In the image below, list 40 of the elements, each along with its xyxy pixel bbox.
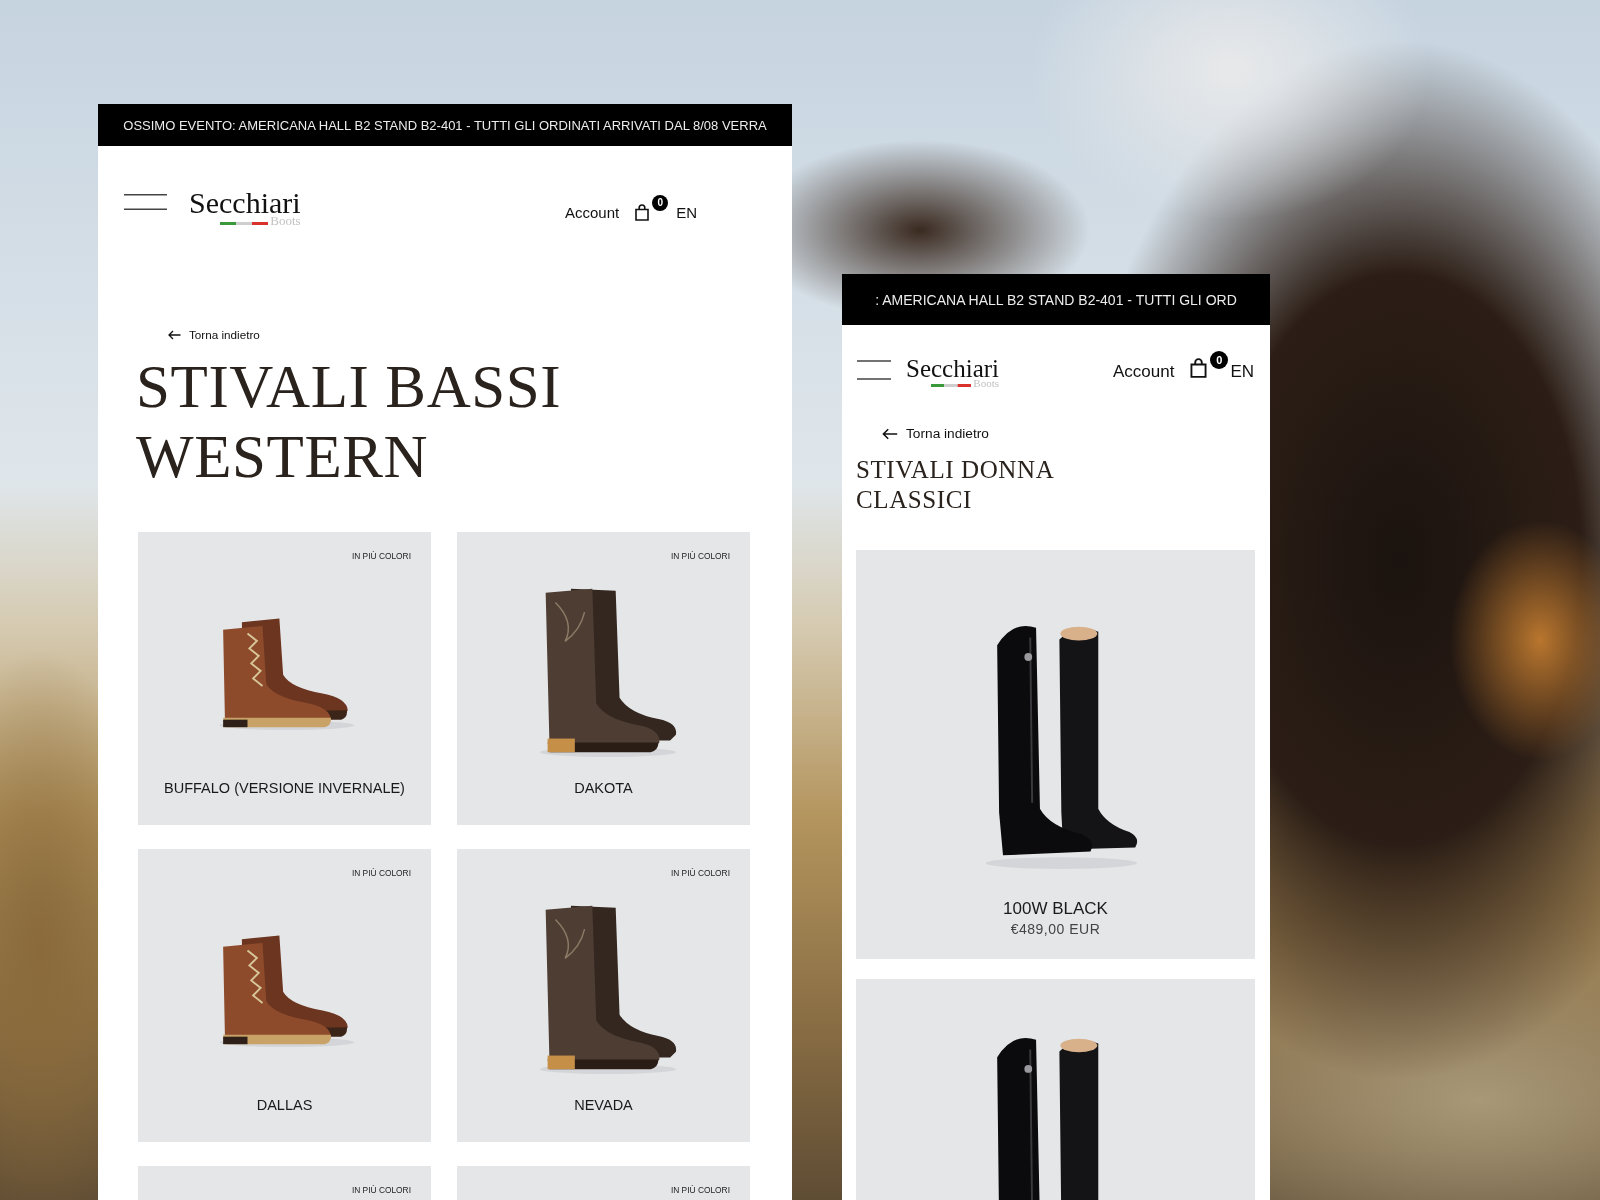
menu-icon[interactable]: [124, 194, 167, 210]
product-name: BUFFALO (VERSIONE INVERNALE): [163, 779, 406, 797]
product-card[interactable]: 100W BLACK €489,00 EUR: [856, 550, 1255, 959]
colors-label: IN PIÙ COLORI: [670, 869, 730, 878]
language-link[interactable]: EN: [1230, 362, 1254, 382]
announcement-text: OSSIMO EVENTO: AMERICANA HALL B2 STAND B2-401 - TUTTI GLI ORDINATI ARRIVATI DAL 8/08 VERRA: [123, 117, 767, 133]
product-card[interactable]: [856, 979, 1255, 1200]
product-price: €489,00 EUR: [1009, 920, 1102, 938]
cart-count-badge: 0: [652, 194, 669, 211]
product-name: NEVADA: [573, 1096, 634, 1114]
product-name: DALLAS: [255, 1096, 314, 1114]
page-title: STIVALI DONNA CLASSICI: [856, 454, 1055, 515]
product-name: 100W BLACK: [1002, 898, 1109, 920]
colors-label: IN PIÙ COLORI: [351, 869, 411, 878]
shopping-bag-icon[interactable]: [635, 203, 650, 221]
tricolor-stripe-icon: [220, 221, 269, 225]
product-card[interactable]: IN PIÙ COLORI: [457, 1166, 750, 1200]
arrow-left-icon: [168, 330, 181, 340]
colors-label: IN PIÙ COLORI: [670, 552, 730, 561]
colors-label: IN PIÙ COLORI: [670, 1186, 730, 1195]
back-link[interactable]: Torna indietro: [882, 426, 989, 442]
product-card[interactable]: IN PIÙ COLORI DALLAS: [138, 849, 431, 1142]
menu-icon[interactable]: [857, 360, 891, 380]
account-link[interactable]: Account: [564, 203, 620, 221]
language-link[interactable]: EN: [676, 203, 697, 221]
page-title: STIVALI BASSI WESTERN: [136, 351, 563, 492]
back-link[interactable]: Torna indietro: [168, 328, 260, 342]
product-card[interactable]: IN PIÙ COLORI NEVADA: [457, 849, 750, 1142]
arrow-left-icon: [882, 428, 898, 440]
account-link[interactable]: Account: [1112, 362, 1175, 382]
product-card[interactable]: IN PIÙ COLORI BUFFALO (VERSIONE INVERNALE): [138, 532, 431, 825]
product-card[interactable]: IN PIÙ COLORI: [138, 1166, 431, 1200]
cart-count-badge: 0: [1210, 351, 1229, 369]
announcement-text: : AMERICANA HALL B2 STAND B2-401 - TUTTI GLI ORD: [875, 291, 1237, 308]
colors-label: IN PIÙ COLORI: [351, 1186, 411, 1195]
colors-label: IN PIÙ COLORI: [351, 552, 411, 561]
shopping-bag-icon[interactable]: [1190, 358, 1208, 378]
tricolor-stripe-icon: [931, 383, 972, 387]
product-card[interactable]: IN PIÙ COLORI DAKOTA: [457, 532, 750, 825]
product-name: DAKOTA: [573, 779, 634, 797]
